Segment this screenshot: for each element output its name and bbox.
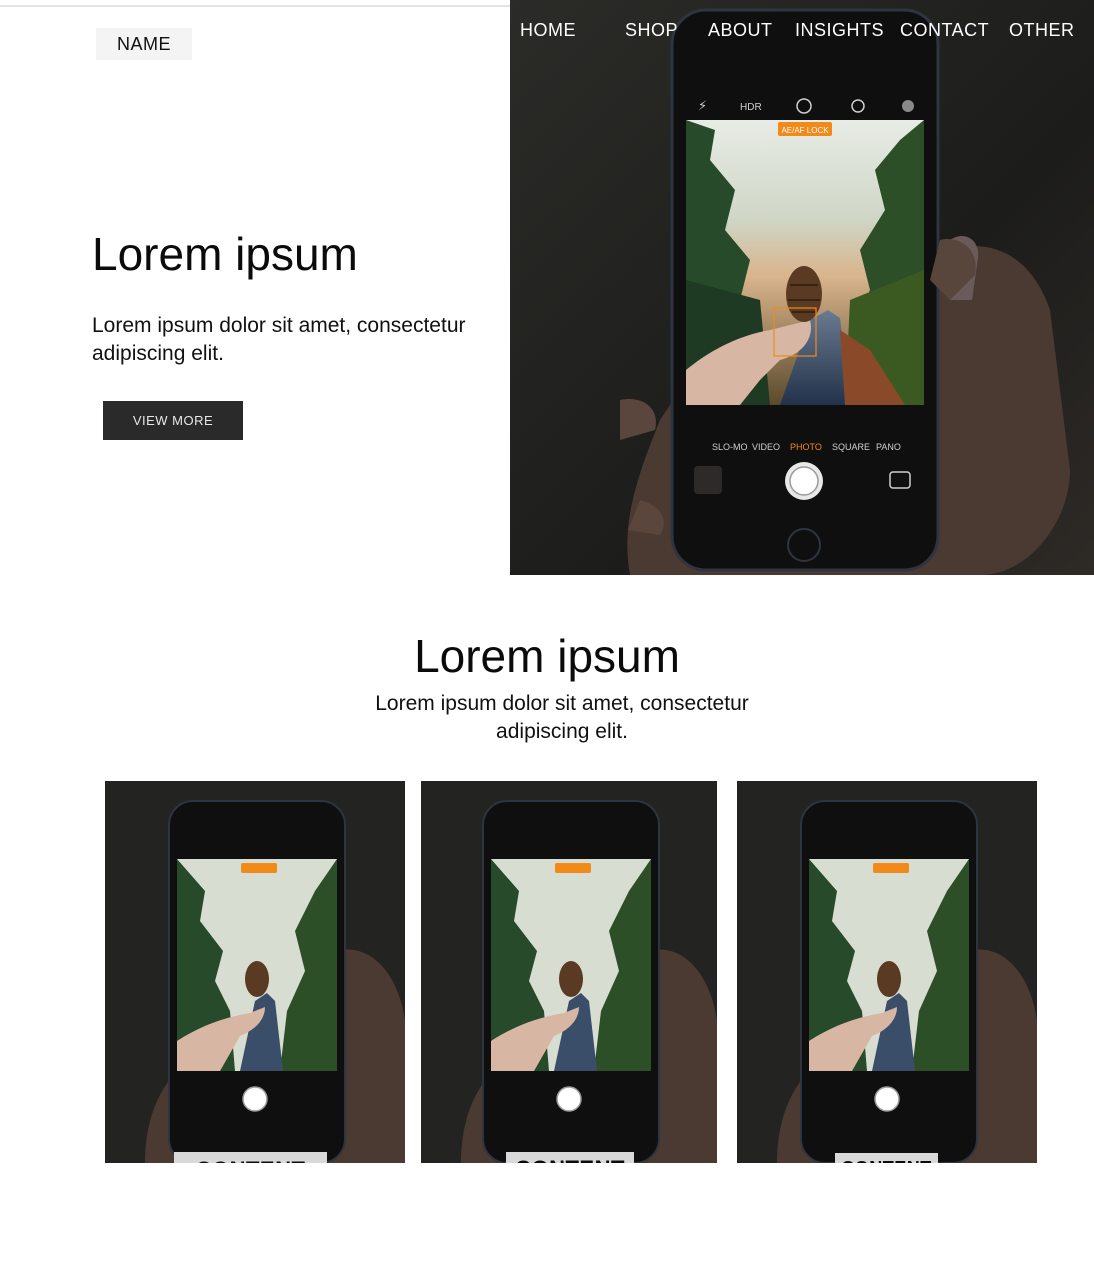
hdr-label: HDR (740, 102, 762, 113)
hero-title: Lorem ipsum (92, 228, 358, 280)
section-title: Lorem ipsum (414, 630, 680, 682)
nav-insights[interactable]: INSIGHTS (795, 20, 884, 41)
phone-photo-illustration: ⚡ HDR AE/AF LOCK SLO-MO VIDEO PHOTO SQUA… (510, 0, 1094, 575)
svg-text:⚡: ⚡ (698, 99, 707, 114)
hero-text: Lorem ipsum Lorem ipsum dolor sit amet, … (92, 226, 492, 368)
hero-subtitle: Lorem ipsum dolor sit amet, consectetur … (92, 314, 466, 365)
view-more-button[interactable]: VIEW MORE (103, 401, 243, 440)
section-subtitle: Lorem ipsum dolor sit amet, consectetur … (375, 692, 749, 743)
main-nav: HOME SHOP ABOUT INSIGHTS CONTACT OTHER (510, 20, 1094, 46)
mode-square: SQUARE (832, 442, 870, 452)
card-photo (421, 781, 717, 1163)
hero-photo: ⚡ HDR AE/AF LOCK SLO-MO VIDEO PHOTO SQUA… (510, 0, 1094, 575)
top-divider (0, 5, 510, 7)
mode-slomo: SLO-MO (712, 442, 748, 452)
mode-photo: PHOTO (790, 442, 822, 452)
card-photo (105, 781, 405, 1163)
card-photo (737, 781, 1037, 1163)
card-label: CONTENT (506, 1152, 634, 1163)
nav-home[interactable]: HOME (520, 20, 576, 41)
nav-contact[interactable]: CONTACT (900, 20, 989, 41)
nav-other[interactable]: OTHER (1009, 20, 1075, 41)
nav-about[interactable]: ABOUT (708, 20, 773, 41)
content-card-2[interactable]: CONTENT (421, 781, 717, 1163)
card-label: CONTENT (174, 1152, 327, 1163)
brand-name[interactable]: NAME (96, 28, 192, 60)
content-card-3[interactable]: CONTENT (737, 781, 1037, 1163)
content-card-1[interactable]: CONTENT (105, 781, 405, 1163)
card-label: CONTENT (835, 1153, 938, 1163)
mode-pano: PANO (876, 442, 901, 452)
ae-af-lock-badge: AE/AF LOCK (781, 126, 829, 135)
nav-shop[interactable]: SHOP (625, 20, 678, 41)
mode-video: VIDEO (752, 442, 780, 452)
